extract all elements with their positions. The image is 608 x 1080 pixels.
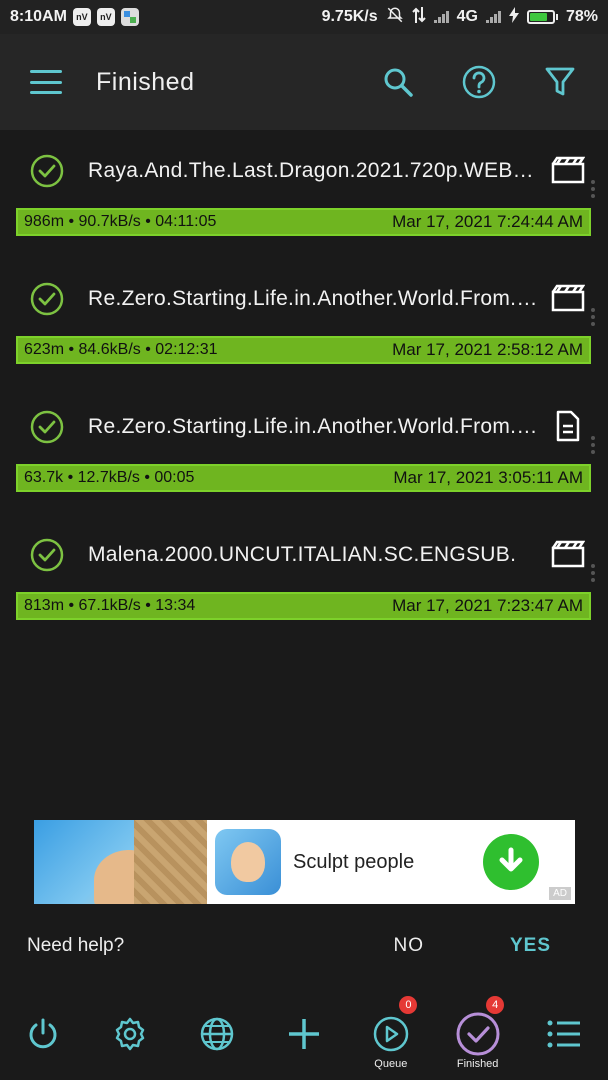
nav-power[interactable] (0, 990, 87, 1072)
download-date: Mar 17, 2021 7:24:44 AM (392, 212, 583, 231)
video-file-icon[interactable] (550, 154, 586, 186)
status-time: 8:10AM (10, 8, 67, 25)
video-file-icon[interactable] (550, 538, 586, 570)
help-question: Need help? (27, 935, 125, 956)
download-name: Re.Zero.Starting.Life.in.Another.World.F… (88, 415, 540, 438)
battery-percent: 78% (565, 8, 598, 25)
nav-add[interactable] (261, 990, 348, 1072)
nv-notification-icon: nV (96, 8, 115, 26)
document-file-icon[interactable] (550, 410, 586, 442)
video-file-icon[interactable] (550, 282, 586, 314)
nav-queue[interactable]: 0 Queue (347, 990, 434, 1072)
download-stats: 63.7k • 12.7kB/s • 00:05 (24, 469, 195, 486)
menu-icon[interactable] (30, 70, 62, 94)
status-bar: 8:10AM nV nV 9.75K/s 4G 78% (0, 0, 608, 34)
yes-button[interactable]: YES (510, 935, 551, 957)
search-icon[interactable] (380, 64, 416, 100)
download-arrow-icon[interactable] (483, 834, 539, 890)
list-item[interactable]: Raya.And.The.Last.Dragon.2021.720p.WEBRi… (0, 130, 608, 258)
overflow-menu-icon[interactable] (591, 564, 595, 582)
page-title: Finished (96, 67, 195, 96)
signal-icon (433, 11, 449, 23)
globe-icon[interactable] (195, 1012, 239, 1056)
progress-bar: 813m • 67.1kB/s • 13:34 Mar 17, 2021 7:2… (16, 592, 591, 620)
ad-title[interactable]: Sculpt people (293, 851, 483, 874)
network-type: 4G (456, 8, 478, 25)
download-name: Malena.2000.UNCUT.ITALIAN.SC.ENGSUB. (88, 543, 517, 566)
nav-browser[interactable] (174, 990, 261, 1072)
download-stats: 623m • 84.6kB/s • 02:12:31 (24, 341, 218, 358)
help-icon[interactable] (461, 64, 497, 100)
no-button[interactable]: NO (393, 935, 424, 957)
download-stats: 813m • 67.1kB/s • 13:34 (24, 597, 196, 614)
data-transfer-icon (411, 6, 426, 29)
settings-icon[interactable] (108, 1012, 152, 1056)
signal-icon (485, 11, 501, 23)
ad-badge: AD (549, 887, 571, 900)
list-item[interactable]: Re.Zero.Starting.Life.in.Another.World.F… (0, 258, 608, 386)
nav-list[interactable] (521, 990, 608, 1072)
check-circle-icon (30, 154, 64, 188)
battery-icon (526, 10, 558, 24)
list-icon[interactable] (542, 1012, 586, 1056)
play-circle-icon[interactable] (369, 1012, 413, 1056)
finished-count-badge: 4 (486, 996, 505, 1014)
nv-notification-icon: nV (72, 8, 91, 26)
download-name: Re.Zero.Starting.Life.in.Another.World.F… (88, 287, 540, 310)
ad-banner[interactable]: Sculpt people AD (34, 820, 575, 904)
progress-bar: 63.7k • 12.7kB/s • 00:05 Mar 17, 2021 3:… (16, 464, 591, 492)
check-circle-icon (30, 282, 64, 316)
bottom-navigation: 0 Queue 4 Finished (0, 990, 608, 1080)
charging-icon (508, 6, 519, 28)
check-circle-icon (30, 410, 64, 444)
nav-label: Finished (456, 1058, 499, 1070)
progress-bar: 623m • 84.6kB/s • 02:12:31 Mar 17, 2021 … (16, 336, 591, 364)
download-date: Mar 17, 2021 7:23:47 AM (392, 596, 583, 615)
app-bar: Finished (0, 34, 608, 130)
check-circle-icon[interactable] (456, 1012, 500, 1056)
progress-bar: 986m • 90.7kB/s • 04:11:05 Mar 17, 2021 … (16, 208, 591, 236)
download-date: Mar 17, 2021 3:05:11 AM (393, 468, 583, 487)
download-stats: 986m • 90.7kB/s • 04:11:05 (24, 213, 217, 230)
nav-finished[interactable]: 4 Finished (434, 990, 521, 1072)
nav-settings[interactable] (87, 990, 174, 1072)
help-prompt: Need help? NO YES (0, 920, 608, 972)
overflow-menu-icon[interactable] (591, 436, 595, 454)
list-item[interactable]: Malena.2000.UNCUT.ITALIAN.SC.ENGSUB. 813… (0, 514, 608, 642)
mute-icon (386, 6, 404, 29)
filter-icon[interactable] (542, 64, 578, 100)
ad-app-icon[interactable] (215, 829, 281, 895)
queue-count-badge: 0 (399, 996, 418, 1014)
network-speed: 9.75K/s (321, 8, 378, 25)
ad-image[interactable] (34, 820, 207, 904)
download-list: Raya.And.The.Last.Dragon.2021.720p.WEBRi… (0, 130, 608, 642)
list-item[interactable]: Re.Zero.Starting.Life.in.Another.World.F… (0, 386, 608, 514)
nav-label: Queue (374, 1058, 408, 1070)
download-date: Mar 17, 2021 2:58:12 AM (392, 340, 583, 359)
overflow-menu-icon[interactable] (591, 308, 595, 326)
app-notification-icon (120, 8, 139, 26)
check-circle-icon (30, 538, 64, 572)
overflow-menu-icon[interactable] (591, 180, 595, 198)
add-icon[interactable] (282, 1012, 326, 1056)
power-icon[interactable] (21, 1012, 65, 1056)
download-name: Raya.And.The.Last.Dragon.2021.720p.WEBRi… (88, 159, 540, 182)
